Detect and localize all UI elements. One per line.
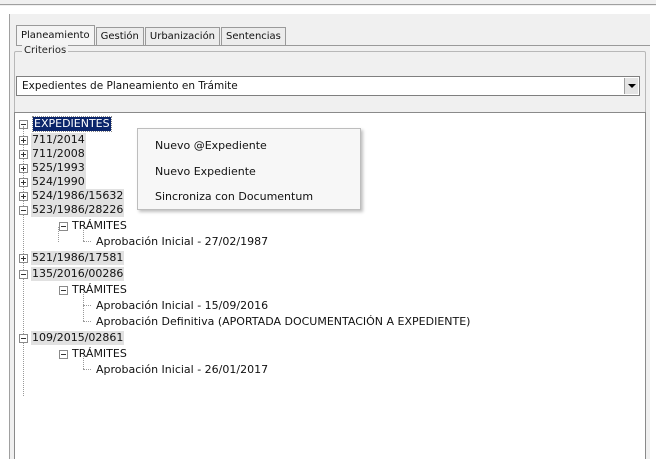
- tab-divider: [16, 45, 650, 46]
- tramite-label[interactable]: Aprobación Definitiva (APORTADA DOCUMENT…: [95, 315, 471, 329]
- expand-icon[interactable]: [19, 164, 28, 173]
- window-top-border: [0, 0, 656, 6]
- expand-icon[interactable]: [19, 136, 28, 145]
- expediente-label[interactable]: 524/1986/15632: [31, 189, 125, 203]
- tramites-label[interactable]: TRÁMITES: [71, 219, 128, 233]
- tree-line: [83, 305, 91, 306]
- tramites-label[interactable]: TRÁMITES: [71, 283, 128, 297]
- tree-line: [83, 228, 84, 241]
- collapse-icon[interactable]: [19, 334, 28, 343]
- tree-line: [83, 356, 84, 369]
- tree-line: [83, 292, 84, 321]
- menu-item-nuevo-arroba-expediente[interactable]: Nuevo @Expediente: [155, 139, 267, 152]
- menu-item-sincroniza-documentum[interactable]: Sincroniza con Documentum: [155, 190, 313, 203]
- tab-sentencias[interactable]: Sentencias: [221, 27, 286, 45]
- tree-line: [58, 227, 59, 242]
- tab-gestion[interactable]: Gestión: [95, 27, 144, 45]
- expand-icon[interactable]: [19, 150, 28, 159]
- expediente-label[interactable]: 524/1990: [31, 175, 86, 189]
- expand-icon[interactable]: [19, 192, 28, 201]
- criterios-selected-value: Expedientes de Planeamiento en Trámite: [22, 80, 238, 92]
- context-menu: Nuevo @Expediente Nuevo Expediente Sincr…: [137, 128, 361, 210]
- collapse-icon[interactable]: [59, 222, 68, 231]
- expediente-label[interactable]: 523/1986/28226: [31, 203, 125, 217]
- collapse-icon[interactable]: [59, 350, 68, 359]
- expediente-label[interactable]: 521/1986/17581: [31, 251, 125, 265]
- tramite-label[interactable]: Aprobación Inicial - 26/01/2017: [95, 363, 269, 377]
- menu-item-nuevo-expediente[interactable]: Nuevo Expediente: [155, 165, 256, 178]
- expediente-label[interactable]: 135/2016/00286: [31, 267, 125, 281]
- tree-root-label[interactable]: EXPEDIENTES: [32, 116, 112, 132]
- tab-planeamiento[interactable]: Planeamiento: [16, 25, 95, 46]
- dropdown-arrow-icon[interactable]: [624, 78, 638, 94]
- collapse-icon[interactable]: [59, 286, 68, 295]
- expediente-label[interactable]: 711/2014: [31, 133, 86, 147]
- expediente-label[interactable]: 109/2015/02861: [31, 331, 125, 345]
- tramite-label[interactable]: Aprobación Inicial - 15/09/2016: [95, 299, 269, 313]
- expand-icon[interactable]: [19, 254, 28, 263]
- criterios-dropdown[interactable]: Expedientes de Planeamiento en Trámite: [16, 76, 640, 96]
- expediente-label[interactable]: 711/2008: [31, 147, 86, 161]
- criterios-legend: Criterios: [22, 45, 69, 56]
- tree-line: [83, 321, 91, 322]
- tree-line: [83, 369, 91, 370]
- collapse-icon[interactable]: [19, 270, 28, 279]
- tab-urbanizacion[interactable]: Urbanización: [144, 27, 221, 45]
- tab-bar: Planeamiento Gestión Urbanización Senten…: [16, 25, 287, 46]
- main-panel: Planeamiento Gestión Urbanización Senten…: [9, 14, 650, 459]
- expediente-label[interactable]: 525/1993: [31, 161, 86, 175]
- expand-icon[interactable]: [19, 178, 28, 187]
- tramite-label[interactable]: Aprobación Inicial - 27/02/1987: [95, 235, 269, 249]
- collapse-icon[interactable]: [19, 206, 28, 215]
- tree-line: [83, 241, 91, 242]
- tramites-label[interactable]: TRÁMITES: [71, 347, 128, 361]
